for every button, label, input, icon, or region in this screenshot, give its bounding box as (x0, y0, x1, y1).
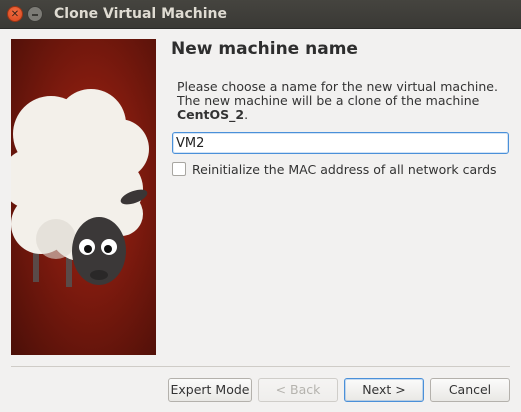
source-vm-line: CentOS_2. (177, 108, 498, 122)
button-separator (11, 366, 510, 367)
close-icon[interactable]: ✕ (7, 6, 23, 22)
title-bar[interactable]: ✕ Clone Virtual Machine (0, 0, 521, 29)
reinit-mac-label[interactable]: Reinitialize the MAC address of all netw… (192, 162, 497, 177)
expert-mode-button[interactable]: Expert Mode (168, 378, 252, 402)
vm-name-input[interactable] (172, 132, 509, 154)
window-title: Clone Virtual Machine (54, 6, 228, 22)
sheep-illustration (11, 39, 156, 355)
back-button[interactable]: < Back (258, 378, 338, 402)
description-line-2: The new machine will be a clone of the m… (177, 93, 480, 108)
minimize-icon[interactable] (27, 6, 43, 22)
clone-vm-dialog: ✕ Clone Virtual Machine New machine name… (0, 0, 521, 412)
description-line-1: Please choose a name for the new virtual… (177, 79, 498, 94)
source-vm-name: CentOS_2 (177, 107, 245, 122)
page-description: Please choose a name for the new virtual… (177, 80, 498, 122)
reinit-mac-checkbox[interactable] (172, 162, 186, 176)
cancel-button[interactable]: Cancel (430, 378, 510, 402)
page-title: New machine name (171, 39, 358, 59)
source-vm-suffix: . (244, 107, 249, 122)
next-button[interactable]: Next > (344, 378, 424, 402)
